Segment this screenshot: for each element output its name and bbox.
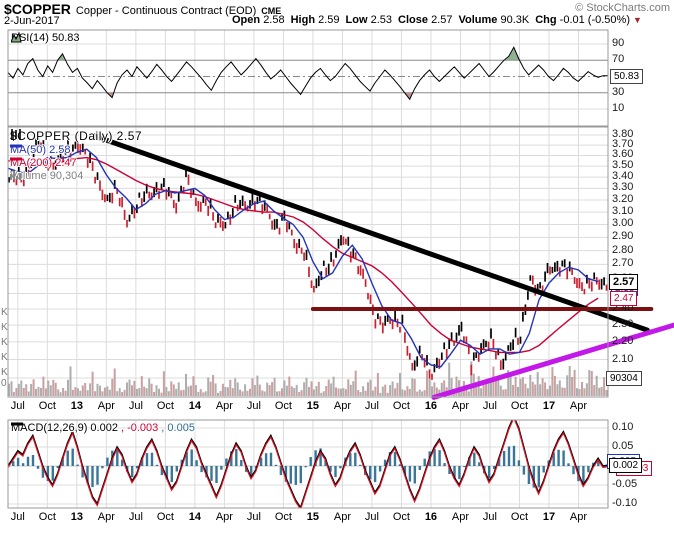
- x-axis-label: 14: [189, 511, 201, 523]
- price-legend: $COPPER (Daily) 2.57: [10, 129, 142, 143]
- x-axis-label: Jul: [483, 400, 497, 412]
- rsi-value-box: 50.83: [610, 69, 643, 84]
- macd-line-icon: [11, 422, 23, 426]
- chart-graphics: [0, 0, 674, 535]
- ma200-value-box: 2.47: [610, 291, 637, 306]
- price-axis-label: 3.20: [612, 193, 633, 205]
- volume-axis-label: K: [1, 322, 8, 333]
- x-axis-label: Jul: [11, 400, 25, 412]
- ma50-line-icon: [10, 144, 22, 148]
- stockcharts-chart: $COPPER Copper - Continuous Contract (EO…: [0, 0, 674, 535]
- volume-legend: Volume 90,304: [10, 170, 83, 182]
- price-axis-label: 3.40: [612, 170, 633, 182]
- x-axis-label: Apr: [334, 511, 351, 523]
- macd-axis-label: -0.05: [612, 478, 637, 490]
- volume-axis-label: K: [1, 337, 8, 348]
- x-axis-label: Oct: [393, 400, 410, 412]
- x-axis-label: 17: [543, 400, 555, 412]
- x-axis-label: Apr: [452, 511, 469, 523]
- candlestick-icon: [10, 129, 23, 140]
- x-axis-label: Oct: [393, 511, 410, 523]
- volume-axis-label: K: [1, 367, 8, 378]
- x-axis-label: 13: [71, 511, 83, 523]
- x-axis-label: Oct: [39, 400, 56, 412]
- x-axis-label: Oct: [157, 400, 174, 412]
- macd-legend: MACD(12,26,9) 0.002, -0.003, 0.005: [11, 422, 195, 434]
- x-axis-label: Oct: [511, 511, 528, 523]
- x-axis-label: Jul: [129, 400, 143, 412]
- x-axis-label: 13: [71, 400, 83, 412]
- price-axis-label: 3.00: [612, 217, 633, 229]
- x-axis-label: Jul: [247, 511, 261, 523]
- x-axis-label: Oct: [39, 511, 56, 523]
- rsi-indicator-icon: [11, 32, 22, 43]
- x-axis-label: Apr: [98, 400, 115, 412]
- price-axis-label: 2.80: [612, 244, 633, 256]
- x-axis-label: Jul: [129, 511, 143, 523]
- volume-axis-label: K: [1, 307, 8, 318]
- x-axis-label: Oct: [511, 400, 528, 412]
- rsi-axis-label: 90: [612, 37, 624, 49]
- x-axis-label: Apr: [334, 400, 351, 412]
- rsi-axis-label: 30: [612, 86, 624, 98]
- macd-signal-value: , 0.005: [161, 422, 195, 434]
- x-axis-label: Jul: [365, 400, 379, 412]
- ma200-line-icon: [10, 157, 22, 161]
- macd-axis-label: 0.10: [612, 421, 633, 433]
- macd-value-box: 0.002: [609, 458, 642, 473]
- last-price-box: 2.57: [609, 274, 638, 290]
- x-axis-label: 16: [425, 400, 437, 412]
- x-axis-label: Apr: [452, 400, 469, 412]
- ma50-legend: MA(50) 2.58: [10, 144, 71, 156]
- macd-hist-value: , -0.003: [121, 422, 158, 434]
- x-axis-label: Apr: [216, 400, 233, 412]
- x-axis-label: Oct: [275, 400, 292, 412]
- x-axis-label: Jul: [365, 511, 379, 523]
- volume-bars-icon: [10, 170, 22, 180]
- volume-axis-label: K: [1, 352, 8, 363]
- x-axis-label: Apr: [216, 511, 233, 523]
- price-legend-text: $COPPER (Daily) 2.57: [10, 129, 142, 143]
- rsi-axis-label: 10: [612, 102, 624, 114]
- rsi-legend: RSI(14) 50.83: [11, 32, 79, 44]
- volume-value-box: 90304: [606, 371, 642, 386]
- price-axis-label: 3.10: [612, 205, 633, 217]
- price-axis-label: 2.10: [612, 353, 633, 365]
- x-axis-label: 15: [307, 511, 319, 523]
- price-axis-label: 2.90: [612, 230, 633, 242]
- x-axis-label: 14: [189, 400, 201, 412]
- x-axis-label: Oct: [157, 511, 174, 523]
- price-axis-label: 3.30: [612, 181, 633, 193]
- x-axis-label: Oct: [275, 511, 292, 523]
- rsi-axis-label: 70: [612, 53, 624, 65]
- macd-axis-label: -0.10: [612, 497, 637, 509]
- x-axis-label: Apr: [570, 400, 587, 412]
- price-axis-label: 2.30: [612, 318, 633, 330]
- x-axis-label: 15: [307, 400, 319, 412]
- x-axis-label: Apr: [98, 511, 115, 523]
- price-axis-label: 2.70: [612, 257, 633, 269]
- x-axis-label: Jul: [483, 511, 497, 523]
- x-axis-label: Apr: [570, 511, 587, 523]
- volume-axis-label: 0: [1, 378, 7, 389]
- x-axis-label: Jul: [11, 511, 25, 523]
- x-axis-label: 16: [425, 511, 437, 523]
- macd-axis-label: 0.05: [612, 440, 633, 452]
- x-axis-label: Jul: [247, 400, 261, 412]
- ma200-legend: MA(200) 2.47: [10, 157, 77, 169]
- macd-value: 0.002: [90, 422, 118, 434]
- price-axis-label: 2.20: [612, 335, 633, 347]
- x-axis-label: 17: [543, 511, 555, 523]
